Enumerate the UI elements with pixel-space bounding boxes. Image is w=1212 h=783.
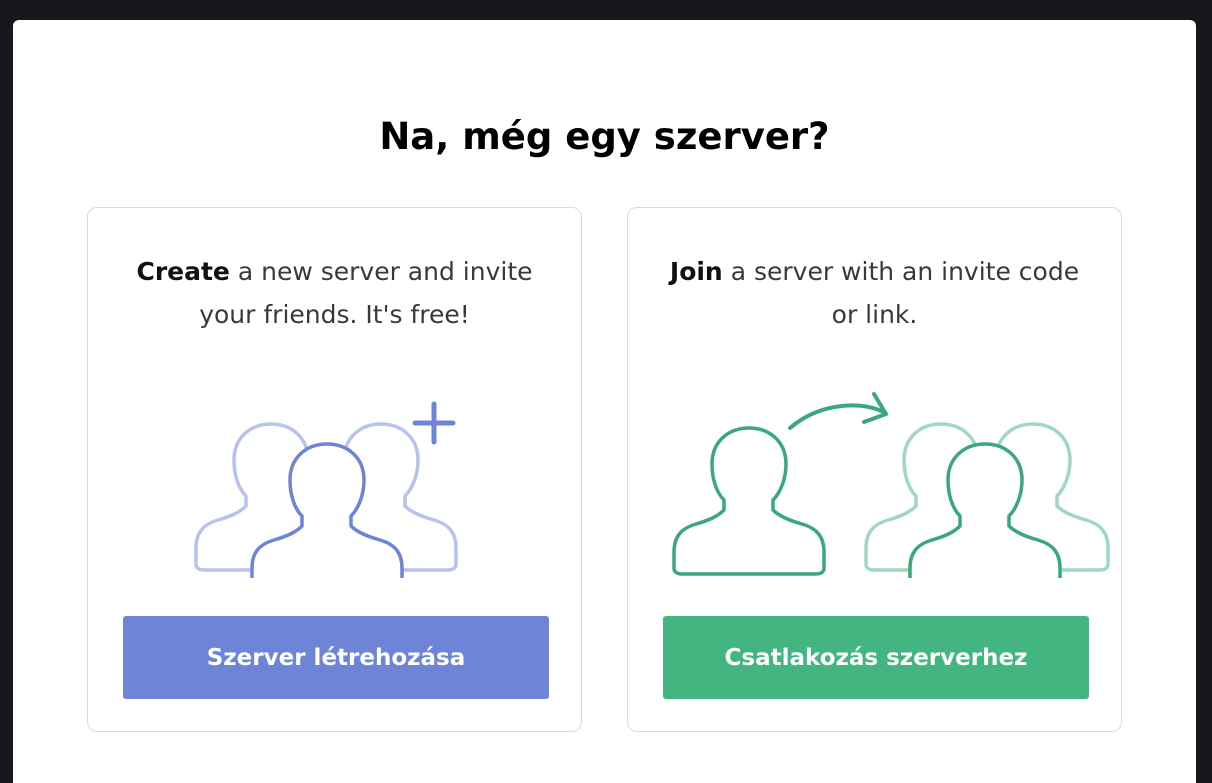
create-join-server-modal: Na, még egy szerver? Create a new server… [13,20,1196,783]
add-people-icon [194,401,458,578]
create-server-button[interactable]: Szerver létrehozása [123,616,549,699]
create-description-text: a new server and invite your friends. It… [199,257,533,329]
join-server-card: Join a server with an invite code or lin… [627,207,1122,732]
join-description-text: a server with an invite code or link. [722,257,1080,329]
create-keyword: Create [136,257,230,286]
create-server-description: Create a new server and invite your frie… [118,250,551,336]
modal-title: Na, még egy szerver? [379,115,830,158]
join-keyword: Join [669,257,723,286]
join-server-description: Join a server with an invite code or lin… [658,250,1091,336]
create-server-card: Create a new server and invite your frie… [87,207,582,732]
join-server-button[interactable]: Csatlakozás szerverhez [663,616,1089,699]
join-people-icon [672,392,1110,578]
